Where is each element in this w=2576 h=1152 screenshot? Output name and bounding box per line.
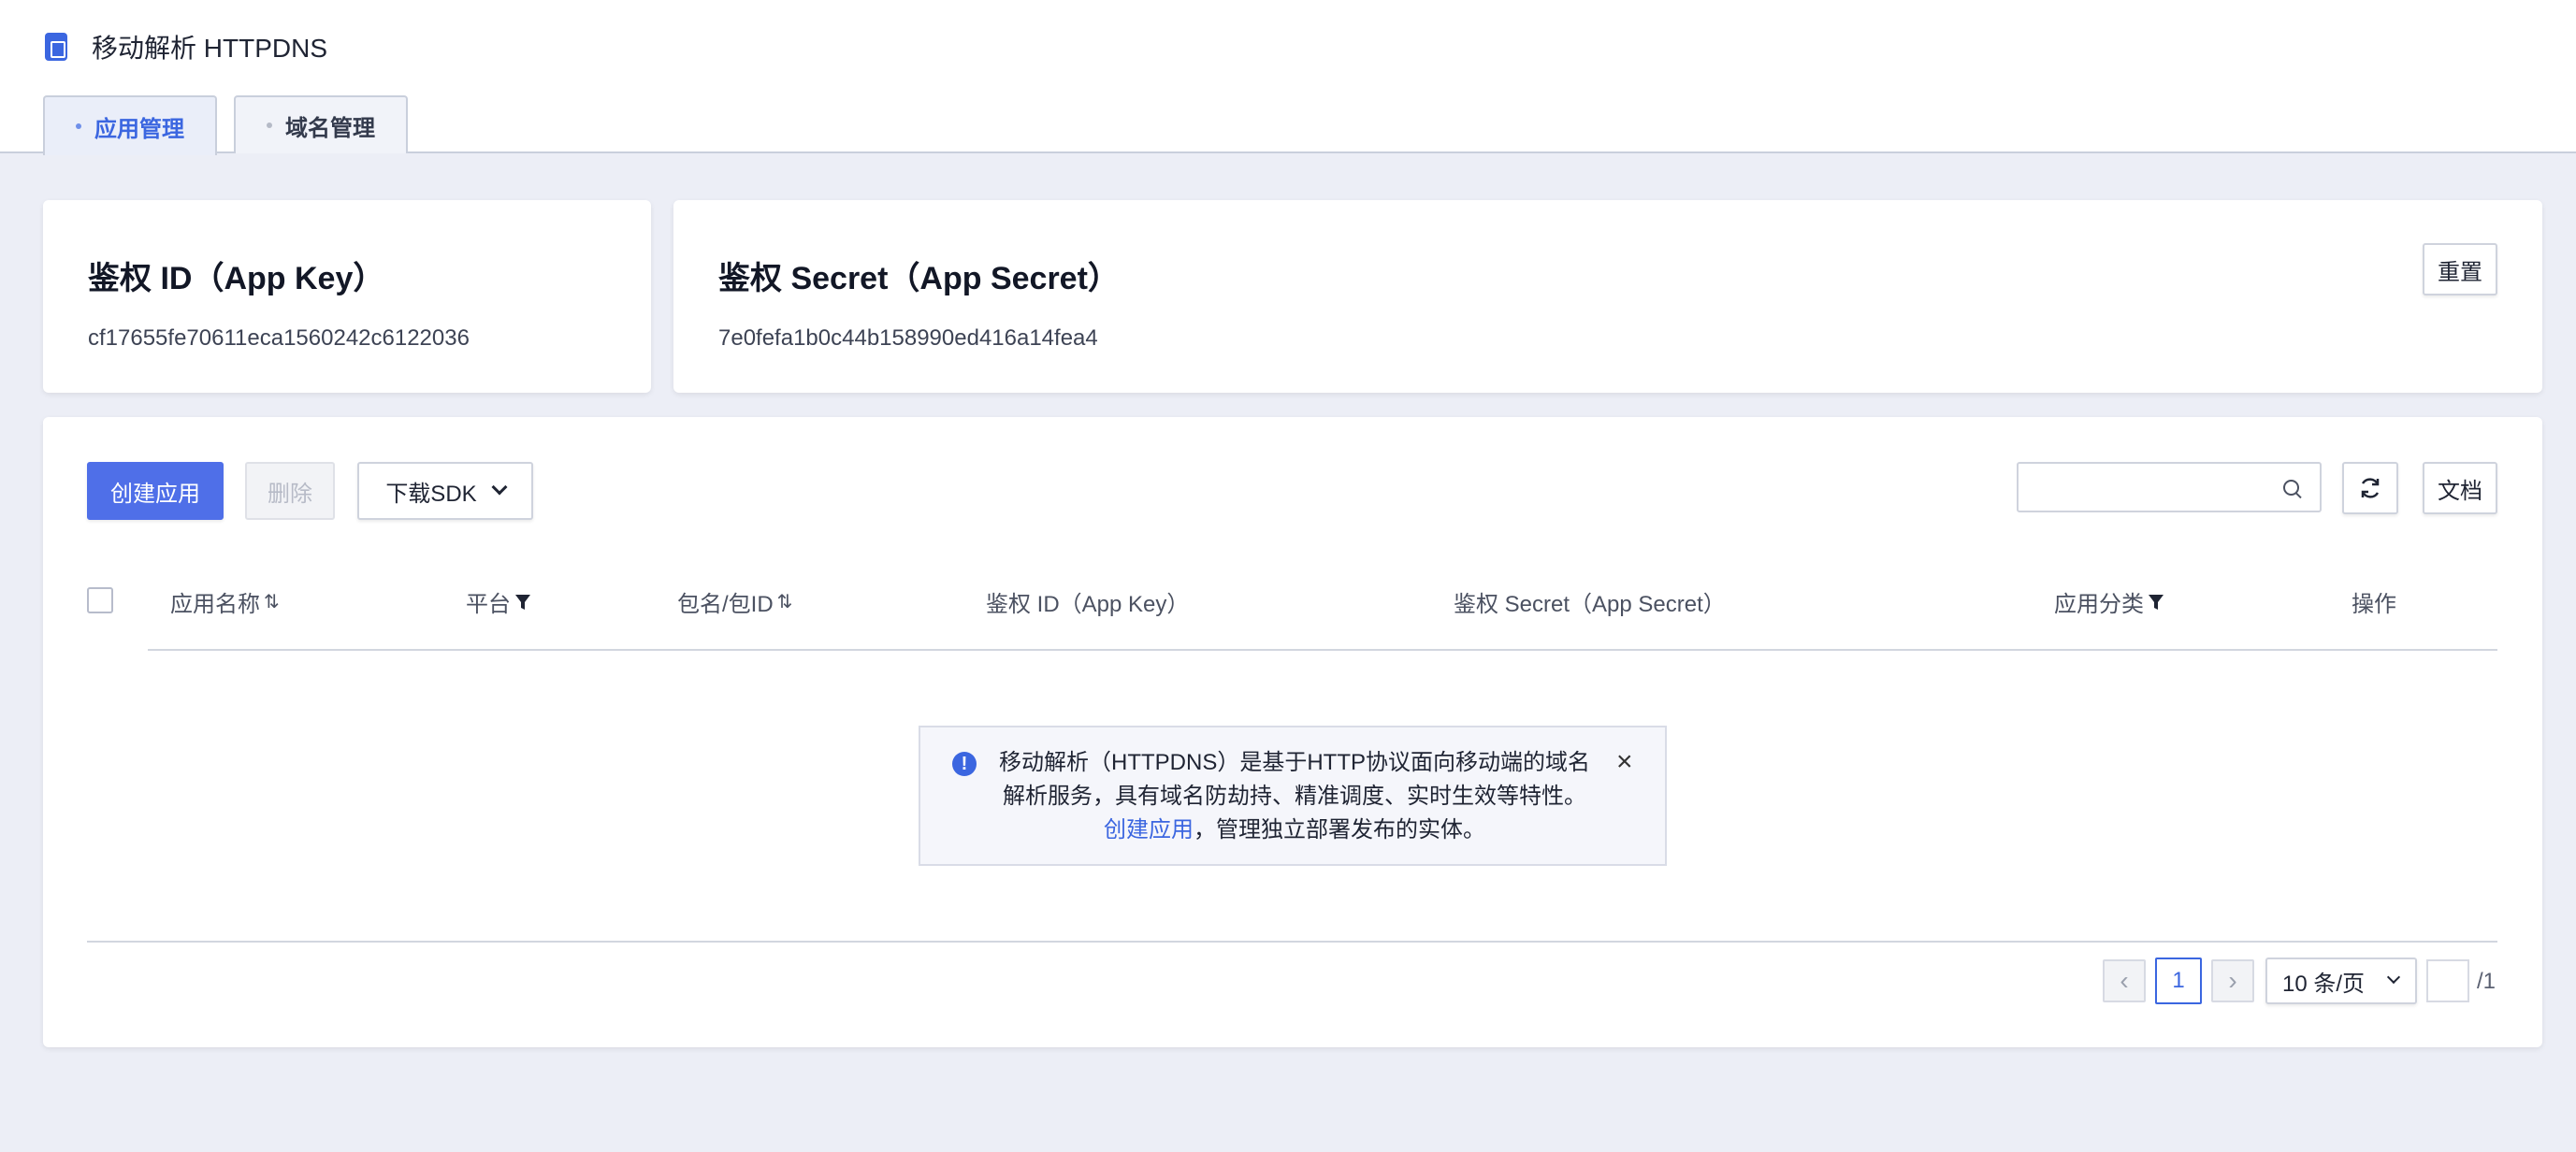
- col-actions-label: 操作: [2352, 592, 2396, 617]
- app-secret-title: 鉴权 Secret（App Secret）: [718, 261, 1120, 296]
- pagination-divider: [87, 941, 2497, 943]
- chevron-down-icon: [2386, 970, 2401, 985]
- col-category-label: 应用分类: [2054, 592, 2144, 617]
- page-total: /1: [2477, 969, 2496, 994]
- tab-label: 应用管理: [94, 116, 184, 142]
- col-app-name-label: 应用名称: [170, 592, 260, 617]
- page-title: 移动解析 HTTPDNS: [92, 34, 328, 63]
- app-secret-value: 7e0fefa1b0c44b158990ed416a14fea4: [718, 325, 1098, 351]
- col-app-secret: 鉴权 Secret（App Secret）: [1454, 585, 1726, 618]
- tab-app-management[interactable]: 应用管理: [43, 95, 217, 155]
- chevron-down-icon: [491, 479, 508, 496]
- search-box[interactable]: [2017, 462, 2322, 512]
- table-header-divider: [148, 649, 2497, 651]
- info-icon: !: [952, 752, 977, 776]
- col-actions: 操作: [2352, 585, 2396, 618]
- app-key-title: 鉴权 ID（App Key）: [88, 261, 385, 296]
- notice-line-3: 创建应用，管理独立部署发布的实体。: [986, 814, 1603, 847]
- close-icon[interactable]: ×: [1616, 748, 1633, 776]
- docs-button[interactable]: 文档: [2423, 462, 2497, 514]
- tab-domain-management[interactable]: 域名管理: [234, 95, 408, 153]
- refresh-icon: [2361, 478, 2380, 498]
- notice-text: 移动解析（HTTPDNS）是基于HTTP协议面向移动端的域名 解析服务，具有域名…: [986, 746, 1603, 847]
- search-input[interactable]: [2019, 464, 2271, 511]
- empty-state-notice: ! 移动解析（HTTPDNS）是基于HTTP协议面向移动端的域名 解析服务，具有…: [919, 726, 1667, 866]
- tab-dot-icon: [76, 123, 81, 129]
- current-page-button[interactable]: 1: [2155, 958, 2202, 1004]
- col-app-secret-label: 鉴权 Secret（App Secret）: [1454, 592, 1726, 617]
- notice-line-2: 解析服务，具有域名防劫持、精准调度、实时生效等特性。: [1003, 784, 1586, 809]
- sort-icon[interactable]: ⇅: [777, 590, 793, 613]
- create-app-link[interactable]: 创建应用: [1104, 817, 1194, 842]
- app-key-card: 鉴权 ID（App Key） cf17655fe70611eca1560242c…: [43, 200, 651, 393]
- next-page-button[interactable]: ›: [2211, 959, 2254, 1002]
- download-sdk-dropdown[interactable]: 下载SDK: [357, 462, 533, 520]
- notice-suffix: ，管理独立部署发布的实体。: [1194, 817, 1485, 842]
- sort-icon[interactable]: ⇅: [264, 590, 280, 613]
- prev-page-button[interactable]: ‹: [2103, 959, 2146, 1002]
- filter-icon[interactable]: [2148, 593, 2164, 612]
- col-app-name[interactable]: 应用名称 ⇅: [170, 585, 280, 618]
- create-app-button[interactable]: 创建应用: [87, 462, 224, 520]
- col-package-label: 包名/包ID: [677, 592, 774, 617]
- delete-button[interactable]: 删除: [245, 462, 335, 520]
- download-sdk-label: 下载SDK: [385, 481, 477, 507]
- app-secret-card: 鉴权 Secret（App Secret） 7e0fefa1b0c44b1589…: [673, 200, 2542, 393]
- refresh-button[interactable]: [2342, 462, 2398, 514]
- httpdns-logo-icon: [45, 33, 67, 61]
- app-header: 移动解析 HTTPDNS: [45, 28, 327, 65]
- notice-line-1: 移动解析（HTTPDNS）是基于HTTP协议面向移动端的域名: [999, 750, 1590, 775]
- select-all-checkbox[interactable]: [87, 587, 113, 613]
- col-app-key: 鉴权 ID（App Key）: [986, 585, 1189, 618]
- col-platform-label: 平台: [466, 592, 511, 617]
- reset-button[interactable]: 重置: [2423, 243, 2497, 295]
- page-size-label: 10 条/页: [2282, 971, 2366, 997]
- tab-label: 域名管理: [285, 115, 375, 141]
- col-package[interactable]: 包名/包ID ⇅: [677, 585, 792, 618]
- col-category[interactable]: 应用分类: [2054, 585, 2164, 618]
- search-icon[interactable]: [2283, 480, 2299, 496]
- col-app-key-label: 鉴权 ID（App Key）: [986, 592, 1190, 617]
- top-bar: 移动解析 HTTPDNS 应用管理 域名管理: [0, 0, 2576, 155]
- tab-dot-icon: [267, 122, 272, 128]
- col-platform[interactable]: 平台: [466, 585, 531, 618]
- page-jump-input[interactable]: [2426, 959, 2469, 1002]
- filter-icon[interactable]: [514, 593, 531, 612]
- app-key-value: cf17655fe70611eca1560242c6122036: [88, 325, 470, 351]
- page-size-select[interactable]: 10 条/页: [2265, 958, 2417, 1004]
